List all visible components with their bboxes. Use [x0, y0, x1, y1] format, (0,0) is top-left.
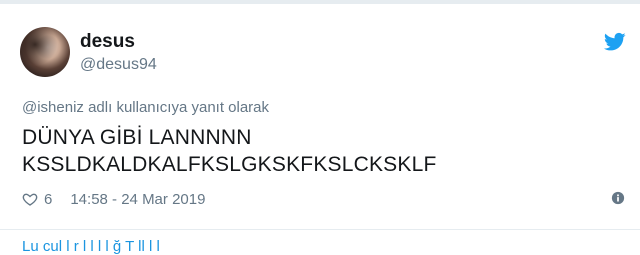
info-icon[interactable] [611, 191, 625, 205]
tweet-text: DÜNYA GİBİ LANNNNN KSSLDKALDKALFKSLGKSKF… [22, 124, 437, 178]
reply-context: @isheniz adlı kullanıcıya yanıt olarak [22, 99, 270, 116]
display-name[interactable]: desus [80, 31, 135, 53]
avatar[interactable] [20, 27, 70, 77]
heart-icon[interactable] [22, 191, 38, 207]
tweet-text-line: KSSLDKALDKALFKSLGKSKFKSLCKSKLF [22, 153, 437, 176]
like-count[interactable]: 6 [44, 191, 52, 208]
tweet-card: desus @desus94 @isheniz adlı kullanıcıya… [0, 0, 640, 255]
twitter-bird-icon[interactable] [604, 32, 626, 52]
timestamp[interactable]: 14:58 - 24 Mar 2019 [70, 191, 205, 208]
tweet-meta: 6 14:58 - 24 Mar 2019 [22, 188, 205, 210]
user-handle[interactable]: @desus94 [80, 56, 157, 74]
divider [0, 229, 640, 230]
tweet-text-line: DÜNYA GİBİ LANNNNN [22, 126, 252, 149]
